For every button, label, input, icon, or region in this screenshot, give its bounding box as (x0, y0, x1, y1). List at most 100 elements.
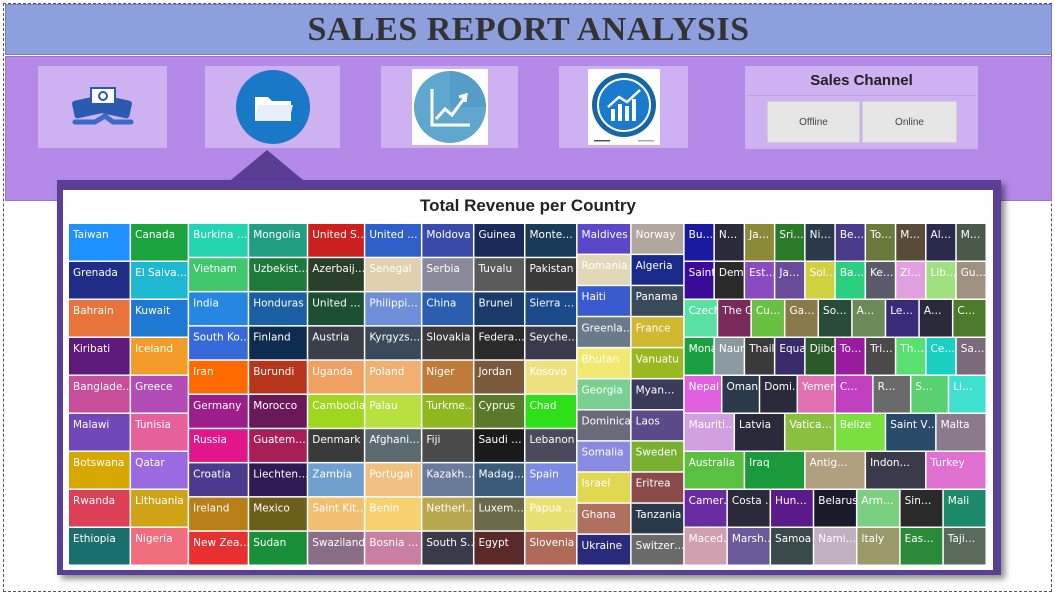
treemap-cell[interactable]: Kuwait (131, 300, 188, 337)
treemap-cell[interactable]: Laos (631, 410, 684, 441)
treemap-cell[interactable]: Zi… (896, 262, 926, 299)
treemap-cell[interactable]: Benin (365, 497, 421, 531)
treemap-cell[interactable]: Uzbekist… (249, 258, 309, 291)
treemap-cell[interactable]: Grenada (69, 262, 130, 299)
treemap-cell[interactable]: Dominica (577, 410, 631, 441)
treemap-cell[interactable]: Lib… (926, 262, 957, 299)
treemap-cell[interactable]: Austria (308, 326, 364, 360)
treemap-cell[interactable]: N… (714, 224, 744, 261)
offline-channel-button[interactable]: Offline (767, 101, 860, 143)
treemap-cell[interactable]: Ethiopia (69, 528, 130, 565)
treemap-cell[interactable]: Sweden (631, 441, 684, 472)
treemap-cell[interactable]: Indon… (866, 452, 926, 489)
treemap-cell[interactable]: Taiwan (69, 224, 130, 261)
treemap-cell[interactable]: Gu… (956, 262, 986, 299)
treemap-cell[interactable]: Liechten… (249, 463, 309, 497)
treemap-cell[interactable]: Jordan (474, 360, 524, 394)
nav-tile-analytics[interactable] (559, 66, 688, 148)
treemap-cell[interactable]: Sol… (805, 262, 837, 299)
treemap-cell[interactable]: Mongolia (249, 224, 307, 257)
treemap-cell[interactable]: Slovenia (525, 531, 577, 565)
treemap-cell[interactable]: Croatia (189, 463, 248, 497)
treemap-cell[interactable]: Federa… (474, 326, 525, 360)
treemap-cell[interactable]: Qatar (131, 452, 188, 489)
treemap-cell[interactable]: Latvia (735, 414, 784, 451)
treemap-cell[interactable]: Romania (577, 255, 631, 285)
treemap-cell[interactable]: Greenla… (577, 317, 634, 347)
treemap-cell[interactable]: Ja… (775, 262, 805, 299)
treemap-cell[interactable]: Sri… (775, 224, 805, 261)
treemap-cell[interactable]: Honduras (249, 292, 307, 326)
treemap-cell[interactable]: Ni… (805, 224, 835, 261)
treemap-cell[interactable]: Russia (189, 429, 248, 462)
treemap-cell[interactable]: Maced… (684, 528, 734, 565)
treemap-cell[interactable]: Th… (896, 338, 926, 375)
treemap-cell[interactable]: Saint Kit… (308, 497, 367, 531)
treemap-cell[interactable]: Brunei (474, 292, 524, 326)
treemap-cell[interactable]: Madag… (474, 463, 524, 497)
treemap-cell[interactable]: So… (819, 300, 852, 337)
treemap-cell[interactable]: Pakistan (525, 258, 577, 291)
treemap-cell[interactable]: United S… (308, 224, 367, 257)
treemap-cell[interactable]: Monte… (525, 224, 577, 257)
treemap-cell[interactable]: Est… (745, 262, 776, 299)
treemap-cell[interactable]: Algeria (631, 255, 684, 285)
treemap-cell[interactable]: Fiji (422, 429, 473, 462)
treemap-cell[interactable]: Lithuania (131, 490, 188, 527)
treemap-cell[interactable]: Haiti (577, 286, 631, 316)
treemap-cell[interactable]: Denmark (308, 429, 364, 462)
treemap-cell[interactable]: Mali (943, 490, 986, 527)
treemap-cell[interactable]: Burkina … (189, 224, 248, 257)
treemap-cell[interactable]: Ke… (866, 262, 895, 299)
treemap-cell[interactable]: Tri… (866, 338, 895, 375)
treemap-cell[interactable]: China (422, 292, 473, 326)
treemap-cell[interactable]: Tunisia (131, 414, 188, 451)
treemap-cell[interactable]: Germany (189, 395, 248, 428)
treemap-cell[interactable]: Ukraine (577, 534, 631, 565)
treemap-cell[interactable]: Maldives (577, 224, 631, 254)
treemap-cell[interactable]: Slovakia (422, 326, 473, 360)
treemap-cell[interactable]: Sa… (956, 338, 986, 375)
treemap-cell[interactable]: South S… (422, 531, 477, 565)
treemap-cell[interactable]: Antig… (805, 452, 865, 489)
treemap-cell[interactable]: Uganda (308, 360, 364, 394)
treemap-cell[interactable]: Oman (722, 376, 759, 413)
treemap-cell[interactable]: Turkey (926, 452, 986, 489)
treemap-cell[interactable]: Cyprus (474, 395, 524, 428)
treemap-cell[interactable]: Belarus (814, 490, 858, 527)
treemap-cell[interactable]: Papua … (525, 497, 577, 531)
treemap-cell[interactable]: Ga… (785, 300, 818, 337)
treemap-cell[interactable]: Morocco (249, 395, 307, 428)
treemap-cell[interactable]: Sin… (900, 490, 943, 527)
treemap-cell[interactable]: France (631, 317, 684, 347)
treemap-cell[interactable]: Domi… (760, 376, 802, 413)
treemap-cell[interactable]: Nigeria (131, 528, 188, 565)
treemap-cell[interactable]: Vietnam (189, 258, 248, 291)
treemap-cell[interactable]: Georgia (577, 379, 631, 410)
treemap-cell[interactable]: Saudi … (474, 429, 524, 462)
treemap-cell[interactable]: Poland (365, 360, 421, 394)
treemap-cell[interactable]: Afghani… (365, 429, 421, 462)
treemap-cell[interactable]: Turkme… (422, 395, 475, 428)
treemap-cell[interactable]: Sudan (249, 531, 307, 565)
treemap-cell[interactable]: Guatem… (249, 429, 307, 462)
treemap-cell[interactable]: R… (873, 376, 910, 413)
treemap-cell[interactable]: Senegal (365, 258, 421, 291)
treemap-cell[interactable]: Netherl… (422, 497, 476, 531)
treemap-cell[interactable]: Azerbaij… (308, 258, 365, 291)
treemap-cell[interactable]: A… (852, 300, 885, 337)
treemap-cell[interactable]: To… (835, 338, 865, 375)
treemap-cell[interactable]: Palau (365, 395, 421, 428)
treemap-cell[interactable]: Portugal (365, 463, 421, 497)
treemap-cell[interactable]: El Salva… (131, 262, 188, 299)
treemap-cell[interactable]: Luxem… (474, 497, 524, 531)
treemap-cell[interactable]: Kyrgyzs… (365, 326, 421, 360)
treemap-cell[interactable]: Norway (631, 224, 684, 254)
treemap-cell[interactable]: Burundi (249, 360, 307, 394)
treemap-cell[interactable]: Mauriti… (684, 414, 736, 451)
treemap-cell[interactable]: Saint V… (886, 414, 938, 451)
treemap-cell[interactable]: Egypt (474, 531, 524, 565)
treemap-cell[interactable]: Mexico (249, 497, 307, 531)
treemap-cell[interactable]: M… (956, 224, 986, 261)
treemap-cell[interactable]: Kosovo (525, 360, 577, 394)
